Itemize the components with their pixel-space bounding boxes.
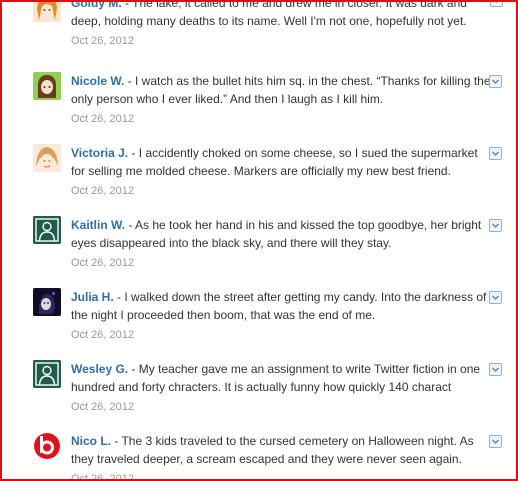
comment-date: Oct 26, 2012 [71,185,134,197]
comment-content: Goldy M. - The lake, it called to me and… [71,0,491,48]
comment-body: - I walked down the street after getting… [71,290,487,322]
comment-body: - I watch as the bullet hits him sq. in … [71,74,491,106]
comment-author[interactable]: Goldy M. [71,2,122,10]
avatar[interactable] [33,360,61,388]
comment-text: Nicole W. - I watch as the bullet hits h… [71,72,491,108]
comment-text: Wesley G. - My teacher gave me an assign… [71,360,491,396]
avatar[interactable] [33,288,61,316]
comment-date: Oct 26, 2012 [71,329,134,341]
comment-author[interactable]: Victoria J. [71,146,128,160]
anime-avatar-icon [33,2,61,22]
comment-text: Victoria J. - I accidently choked on som… [71,144,491,180]
anime-avatar-icon [33,72,61,100]
comment-menu-button[interactable] [489,291,502,304]
comment-text: Kaitlin W. - As he took her hand in his … [71,216,491,252]
default-user-silhouette-icon [33,360,61,388]
comment-date: Oct 26, 2012 [71,257,134,269]
comment-body: - My teacher gave me an assignment to wr… [71,362,481,394]
comment-menu-button[interactable] [489,75,502,88]
comment-author[interactable]: Nicole W. [71,74,124,88]
comment-author[interactable]: Nico L. [71,434,111,448]
chevron-down-icon [495,2,498,3]
comment-author[interactable]: Wesley G. [71,362,128,376]
comment-date: Oct 26, 2012 [71,113,134,125]
anime-avatar-icon [33,288,61,316]
avatar[interactable] [33,432,61,460]
comment-author[interactable]: Julia H. [71,290,114,304]
chevron-down-icon [492,295,499,300]
comment-menu-button[interactable] [489,147,502,160]
avatar[interactable] [33,216,61,244]
chevron-down-icon [492,223,499,228]
chevron-down-icon [492,439,499,444]
comments-panel: Goldy M. - The lake, it called to me and… [0,0,518,481]
comment-date: Oct 26, 2012 [71,473,134,481]
comment-body: - As he took her hand in his and kissed … [71,218,482,250]
chevron-down-icon [492,79,499,84]
comment-text: Goldy M. - The lake, it called to me and… [71,0,491,30]
comment-date: Oct 26, 2012 [71,401,134,413]
comment-menu-button[interactable] [489,435,502,448]
anime-avatar-icon [33,144,61,172]
comment-body: - The lake, it called to me and drew me … [71,0,467,28]
comment-content: Kaitlin W. - As he took her hand in his … [71,216,491,270]
avatar[interactable] [33,72,61,100]
avatar[interactable] [33,2,61,22]
comment-body: - The 3 kids traveled to the cursed ceme… [71,434,474,466]
comment-content: Wesley G. - My teacher gave me an assign… [71,360,491,414]
comment-content: Julia H. - I walked down the street afte… [71,288,491,342]
comment-menu-button[interactable] [490,2,503,7]
comment-text: Julia H. - I walked down the street afte… [71,288,491,324]
comment-content: Victoria J. - I accidently choked on som… [71,144,491,198]
comment-body: - I accidently choked on some cheese, so… [71,146,478,178]
comment-text: Nico L. - The 3 kids traveled to the cur… [71,432,491,468]
comment-menu-button[interactable] [489,219,502,232]
avatar[interactable] [33,144,61,172]
comment-menu-button[interactable] [489,363,502,376]
chevron-down-icon [492,151,499,156]
comment-date: Oct 26, 2012 [71,35,134,47]
default-user-silhouette-icon [33,216,61,244]
comment-content: Nicole W. - I watch as the bullet hits h… [71,72,491,126]
comment-author[interactable]: Kaitlin W. [71,218,125,232]
chevron-down-icon [492,367,499,372]
comment-content: Nico L. - The 3 kids traveled to the cur… [71,432,491,481]
b-logo-avatar-icon [33,432,61,460]
